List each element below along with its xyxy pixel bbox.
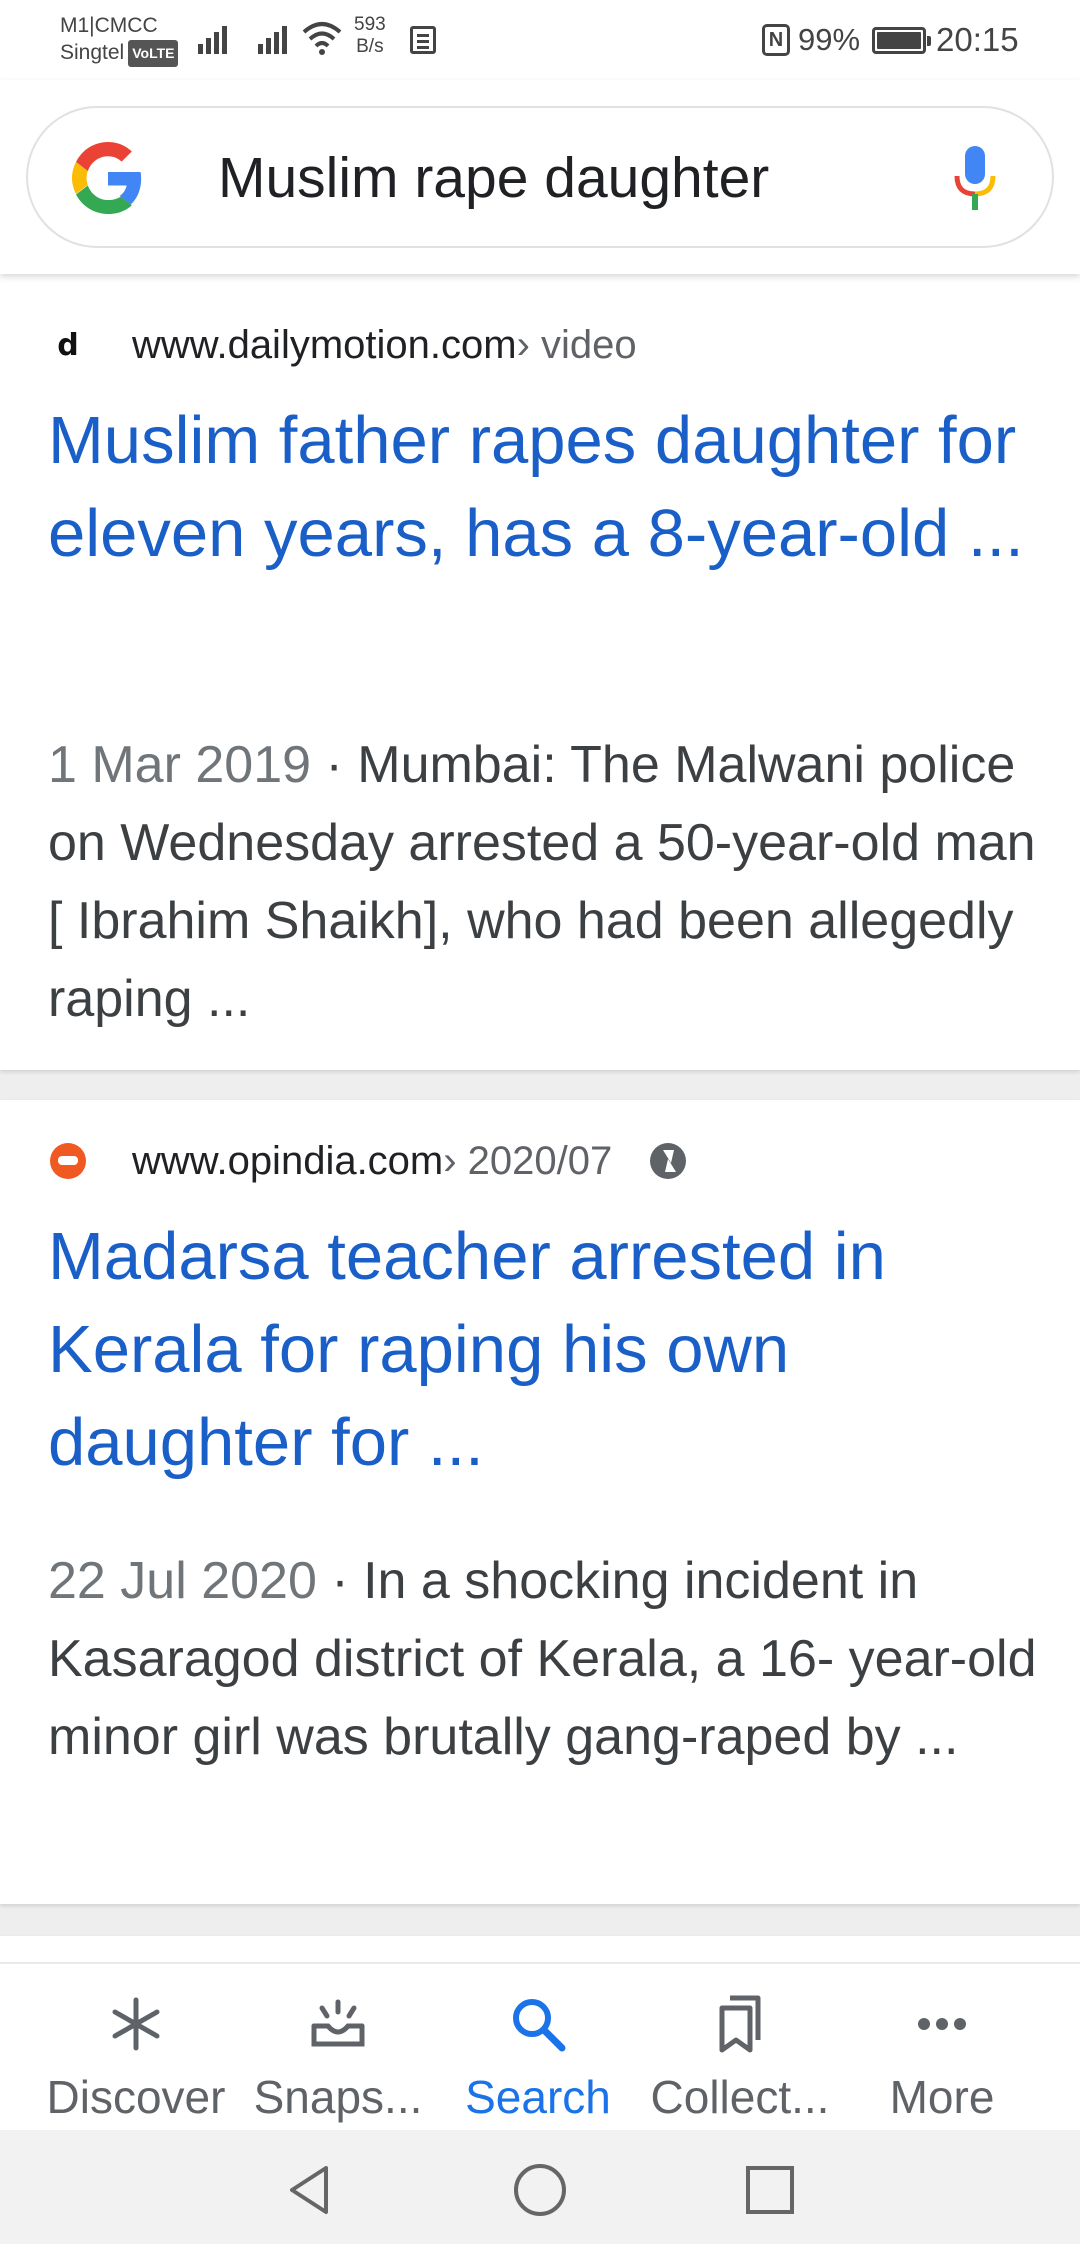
result-date: 1 Mar 2019 bbox=[48, 736, 312, 794]
bottom-navigation: Discover Snaps... Search Collect... More bbox=[0, 1962, 1080, 2130]
nav-more-label: More bbox=[889, 2071, 995, 2123]
back-triangle-icon[interactable] bbox=[280, 2160, 340, 2220]
result-card[interactable]: www.opindia.com › 2020/07 Madarsa teache… bbox=[0, 1100, 1080, 1904]
wifi-icon bbox=[302, 22, 342, 55]
network-speed-value: 593 bbox=[354, 14, 386, 35]
carrier-info: M1|CMCC Singtel VoLTE bbox=[60, 12, 179, 67]
result-site-path: › 2020/07 bbox=[443, 1138, 613, 1183]
result-snippet: 22 Jul 2020 · In a shocking incident in … bbox=[48, 1542, 1048, 1776]
result-site-url: www.dailymotion.com bbox=[132, 322, 517, 367]
volte-badge: VoLTE bbox=[128, 39, 179, 67]
dailymotion-favicon-icon: d bbox=[57, 327, 79, 363]
search-results: d www.dailymotion.com › video Muslim fat… bbox=[0, 274, 1080, 1962]
search-box[interactable]: Muslim rape daughter bbox=[26, 106, 1054, 248]
google-logo-icon bbox=[72, 142, 142, 214]
nav-search-label: Search bbox=[465, 2071, 611, 2123]
nav-more[interactable]: More bbox=[834, 1964, 1050, 2132]
result-source[interactable]: d www.dailymotion.com › video bbox=[50, 320, 637, 370]
carrier-secondary: Singtel bbox=[60, 41, 125, 64]
notification-news-icon bbox=[410, 26, 436, 54]
status-bar: M1|CMCC Singtel VoLTE 593 B/s N 99% 20:15 bbox=[0, 0, 1080, 80]
result-date: 22 Jul 2020 bbox=[48, 1552, 317, 1610]
battery-percentage: 99% bbox=[798, 22, 861, 57]
microphone-icon[interactable] bbox=[950, 144, 1000, 214]
network-speed-unit: B/s bbox=[356, 36, 384, 57]
system-navigation-bar bbox=[0, 2130, 1080, 2244]
signal-icon bbox=[198, 22, 227, 54]
network-speed: 593 B/s bbox=[354, 14, 386, 58]
nav-collections[interactable]: Collect... bbox=[632, 1964, 848, 2132]
battery-icon bbox=[872, 27, 931, 54]
bookmarks-icon bbox=[719, 1995, 761, 2053]
clock: 20:15 bbox=[936, 21, 1019, 58]
result-title-link[interactable]: Muslim father rapes daughter for eleven … bbox=[48, 394, 1048, 580]
snapshot-tray-icon bbox=[311, 1999, 365, 2047]
asterisk-icon bbox=[112, 1997, 160, 2051]
result-title-link[interactable]: Madarsa teacher arrested in Kerala for r… bbox=[48, 1210, 1048, 1489]
result-card-partial[interactable] bbox=[0, 1936, 1080, 1962]
result-source[interactable]: www.opindia.com › 2020/07 bbox=[50, 1136, 687, 1186]
nav-snapshot[interactable]: Snaps... bbox=[230, 1964, 446, 2132]
nav-search[interactable]: Search bbox=[430, 1964, 646, 2132]
result-site-url: www.opindia.com bbox=[132, 1138, 444, 1183]
signal-icon-2 bbox=[258, 22, 287, 54]
more-dots-icon bbox=[918, 2018, 966, 2030]
home-circle-icon[interactable] bbox=[510, 2160, 570, 2220]
nav-snapshot-label: Snaps... bbox=[253, 2071, 423, 2123]
result-card[interactable]: d www.dailymotion.com › video Muslim fat… bbox=[0, 274, 1080, 1070]
nav-discover-label: Discover bbox=[46, 2071, 226, 2123]
search-input[interactable]: Muslim rape daughter bbox=[218, 144, 769, 212]
amp-lightning-icon bbox=[650, 1143, 687, 1179]
result-snippet: 1 Mar 2019 · Mumbai: The Malwani police … bbox=[48, 726, 1048, 1038]
nav-collections-label: Collect... bbox=[650, 2071, 830, 2123]
recents-square-icon[interactable] bbox=[740, 2160, 800, 2220]
carrier-primary: M1|CMCC bbox=[60, 14, 158, 37]
search-header: Muslim rape daughter bbox=[0, 80, 1080, 274]
opindia-favicon-icon bbox=[50, 1143, 86, 1179]
nav-discover[interactable]: Discover bbox=[28, 1964, 244, 2132]
nfc-icon: N bbox=[762, 24, 790, 56]
search-icon bbox=[513, 1999, 566, 2052]
result-site-path: › video bbox=[516, 322, 637, 367]
